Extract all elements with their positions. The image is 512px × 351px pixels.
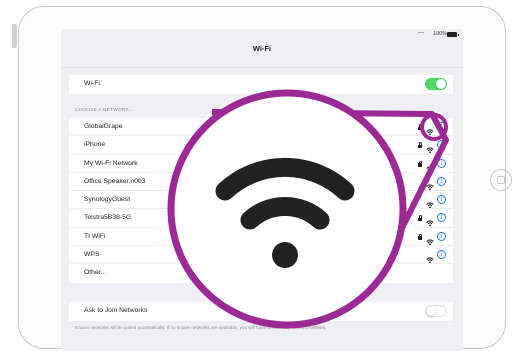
info-icon[interactable]: i [437, 140, 446, 150]
wifi-signal-icon [426, 214, 434, 227]
wifi-signal-icon [426, 233, 434, 245]
home-button-square [497, 176, 505, 184]
network-status-icons: i [418, 195, 446, 209]
info-icon[interactable]: i [437, 122, 446, 131]
network-name: TI WiFi [84, 232, 106, 240]
footer-note: Known networks will be joined automatica… [75, 325, 327, 330]
home-button[interactable] [490, 169, 512, 191]
network-row[interactable]: iPhone i [69, 136, 453, 155]
network-row[interactable]: Office Speaker.n003 i [69, 173, 453, 192]
network-row[interactable]: Telstra5B38-5G i [69, 209, 453, 228]
lock-icon [418, 233, 422, 240]
settings-screen: — 100% Wi-Fi Wi-Fi CHOOSE A NETWORK... G… [61, 29, 463, 351]
info-icon[interactable]: i [437, 213, 446, 223]
page-title: Wi-Fi [252, 44, 272, 53]
info-icon[interactable]: i [437, 176, 446, 186]
lock-icon [418, 215, 422, 222]
toggle-knob [436, 79, 446, 89]
network-status-icons: i [418, 231, 446, 245]
network-name: Other... [84, 269, 107, 277]
network-name: WPS [84, 251, 100, 259]
network-name: SynologyGuest [84, 196, 131, 204]
network-row[interactable]: SynologyGuest i [69, 191, 453, 210]
network-row[interactable]: TI WiFi i [69, 228, 453, 247]
network-status-icons: i [418, 250, 446, 264]
ask-to-join-label: Ask to Join Networks [84, 307, 148, 314]
toggle-knob [426, 306, 436, 316]
wifi-toggle-group: Wi-Fi [69, 75, 453, 94]
info-icon[interactable]: i [437, 250, 446, 260]
network-row[interactable]: My Wi-Fi Network i [69, 155, 453, 173]
ask-to-join-group: Ask to Join Networks [69, 302, 453, 321]
network-status-icons: i [418, 213, 446, 227]
network-status-icons: i [418, 122, 446, 136]
network-row[interactable]: GlobalGrape i [69, 118, 453, 137]
network-row[interactable]: WPS i [69, 246, 453, 265]
network-name: iPhone [84, 141, 106, 149]
navigation-bar: Wi-Fi [61, 29, 463, 68]
info-icon[interactable]: i [437, 195, 446, 205]
wifi-toggle[interactable] [425, 78, 447, 90]
network-status-icons: i [418, 176, 446, 191]
network-row[interactable]: Other... [69, 264, 453, 282]
wifi-toggle-row[interactable]: Wi-Fi [69, 75, 453, 94]
network-name: Telstra5B38-5G [84, 214, 132, 222]
network-status-icons: i [418, 158, 446, 172]
wifi-signal-icon [426, 251, 434, 264]
ask-to-join-row[interactable]: Ask to Join Networks [69, 302, 453, 321]
wifi-toggle-label: Wi-Fi [84, 80, 100, 87]
wifi-signal-icon [426, 178, 434, 191]
network-name: GlobalGrape [84, 123, 123, 130]
ask-to-join-toggle[interactable] [425, 305, 447, 317]
wifi-signal-icon [426, 160, 434, 172]
info-icon[interactable]: i [437, 158, 446, 168]
network-name: My Wi-Fi Network [84, 159, 138, 167]
lock-icon [418, 160, 422, 167]
lock-icon [418, 142, 422, 149]
device-side-button [12, 24, 17, 48]
wifi-signal-icon [426, 196, 434, 209]
wifi-signal-icon [426, 123, 434, 136]
lock-icon [418, 124, 422, 130]
network-name: Office Speaker.n003 [84, 177, 146, 185]
info-icon[interactable]: i [437, 231, 446, 241]
section-header: CHOOSE A NETWORK... [75, 108, 134, 113]
network-list: GlobalGrape i iPhone i My Wi-Fi Network i Offi… [69, 118, 453, 283]
wifi-signal-icon [426, 141, 434, 154]
network-status-icons: i [418, 140, 446, 154]
